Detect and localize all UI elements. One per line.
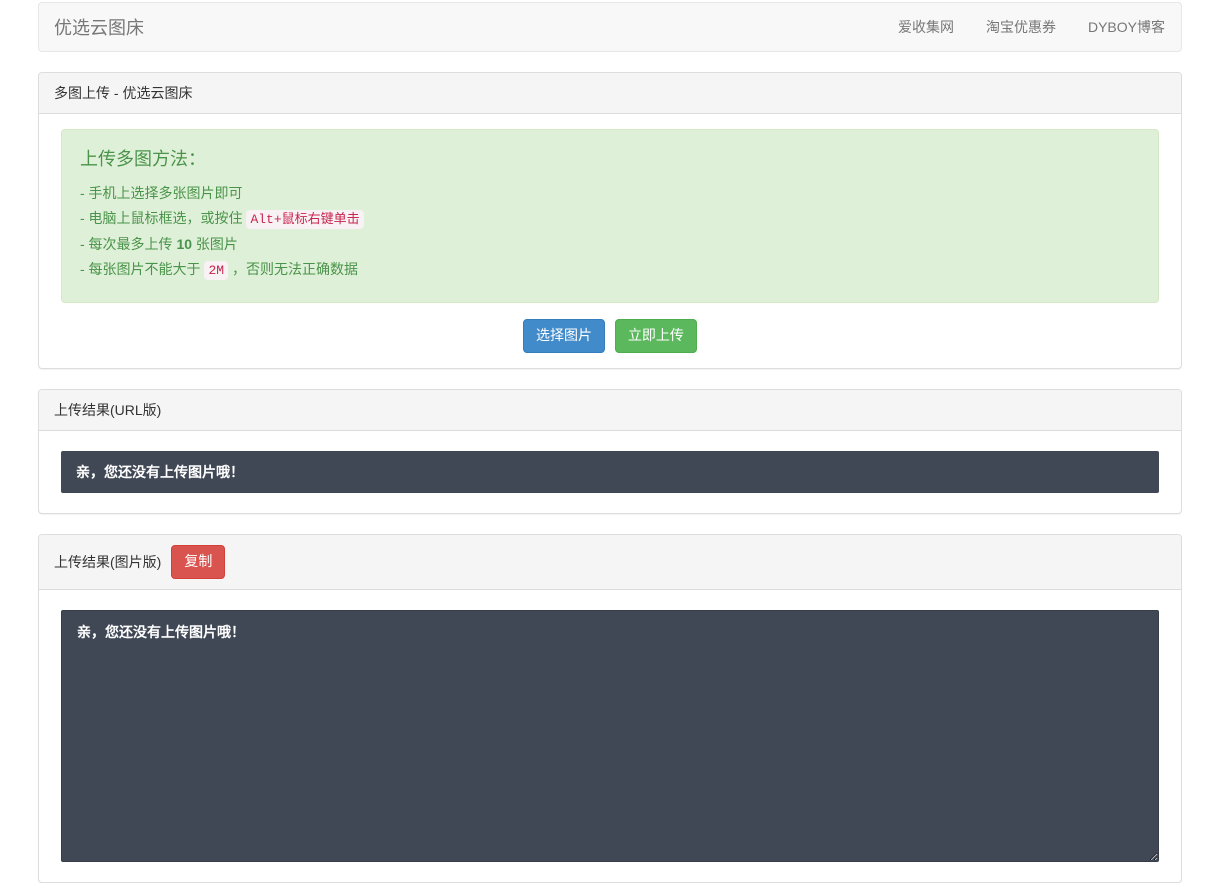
instruction-line-3: - 每次最多上传 10 张图片 xyxy=(80,236,1140,253)
alt-right-click-code: Alt+鼠标右键单击 xyxy=(246,210,363,229)
url-result-empty-message: 亲，您还没有上传图片哦！ xyxy=(76,464,244,480)
instruction-line-4: - 每张图片不能大于 2M ，否则无法正确数据 xyxy=(80,261,1140,279)
upload-now-button[interactable]: 立即上传 xyxy=(615,319,697,353)
upload-instructions-alert: 上传多图方法： - 手机上选择多张图片即可 - 电脑上鼠标框选，或按住 Alt+… xyxy=(61,129,1159,303)
image-result-panel-body: 亲，您还没有上传图片哦！ xyxy=(39,590,1181,882)
upload-buttons-row: 选择图片 立即上传 xyxy=(61,319,1159,353)
upload-panel-title: 多图上传 - 优选云图床 xyxy=(54,83,192,103)
instruction-line-2: - 电脑上鼠标框选，或按住 Alt+鼠标右键单击 xyxy=(80,210,1140,228)
nav-link-taobao-coupon[interactable]: 淘宝优惠券 xyxy=(970,3,1072,51)
site-brand[interactable]: 优选云图床 xyxy=(39,14,159,40)
instruction-line-3-suffix: 张图片 xyxy=(192,236,238,252)
copy-button[interactable]: 复制 xyxy=(171,545,225,579)
upload-panel-heading: 多图上传 - 优选云图床 xyxy=(39,73,1181,114)
nav-link-dyboy-blog[interactable]: DYBOY博客 xyxy=(1072,3,1181,51)
instructions-heading: 上传多图方法： xyxy=(80,145,1140,171)
upload-panel-body: 上传多图方法： - 手机上选择多张图片即可 - 电脑上鼠标框选，或按住 Alt+… xyxy=(39,114,1181,368)
url-result-panel-heading: 上传结果(URL版) xyxy=(39,390,1181,431)
nav-link-aishouji[interactable]: 爱收集网 xyxy=(882,3,970,51)
navbar-links: 爱收集网 淘宝优惠券 DYBOY博客 xyxy=(882,3,1181,51)
image-result-panel: 上传结果(图片版) 复制 亲，您还没有上传图片哦！ xyxy=(38,534,1182,883)
image-result-panel-title: 上传结果(图片版) xyxy=(54,552,161,572)
instruction-line-1-text: - 手机上选择多张图片即可 xyxy=(80,185,243,201)
max-count-value: 10 xyxy=(176,236,192,252)
url-result-panel-title: 上传结果(URL版) xyxy=(54,400,161,420)
image-result-textarea[interactable]: 亲，您还没有上传图片哦！ xyxy=(61,610,1159,862)
page-container: 优选云图床 爱收集网 淘宝优惠券 DYBOY博客 多图上传 - 优选云图床 上传… xyxy=(38,0,1182,883)
instruction-line-4-prefix: - 每张图片不能大于 xyxy=(80,261,204,277)
image-result-panel-heading: 上传结果(图片版) 复制 xyxy=(39,535,1181,590)
url-result-panel: 上传结果(URL版) 亲，您还没有上传图片哦！ xyxy=(38,389,1182,514)
navbar: 优选云图床 爱收集网 淘宝优惠券 DYBOY博客 xyxy=(38,2,1182,52)
url-result-empty-box: 亲，您还没有上传图片哦！ xyxy=(61,451,1159,493)
max-size-code: 2M xyxy=(204,261,228,280)
instruction-line-3-prefix: - 每次最多上传 xyxy=(80,236,176,252)
select-images-button[interactable]: 选择图片 xyxy=(523,319,605,353)
instruction-line-4-suffix: ，否则无法正确数据 xyxy=(228,261,358,277)
url-result-panel-body: 亲，您还没有上传图片哦！ xyxy=(39,431,1181,513)
instruction-line-1: - 手机上选择多张图片即可 xyxy=(80,185,1140,202)
instruction-line-2-text: - 电脑上鼠标框选，或按住 xyxy=(80,210,246,226)
upload-panel: 多图上传 - 优选云图床 上传多图方法： - 手机上选择多张图片即可 - 电脑上… xyxy=(38,72,1182,369)
